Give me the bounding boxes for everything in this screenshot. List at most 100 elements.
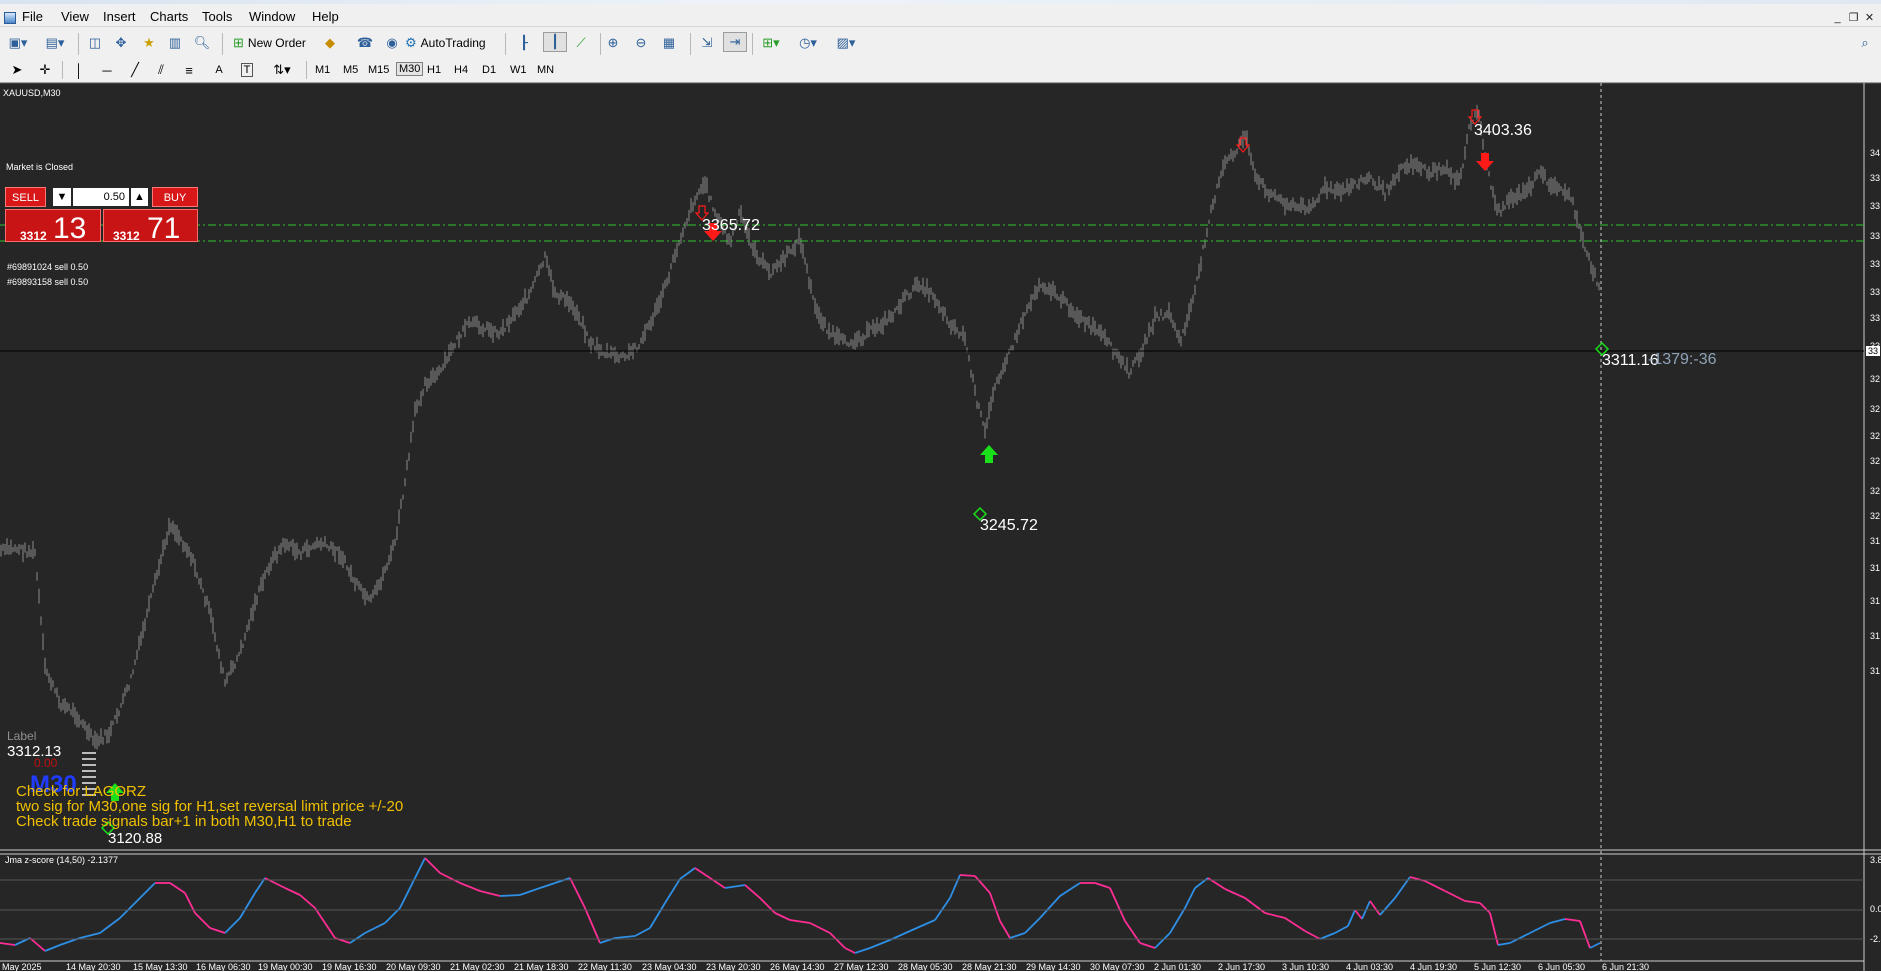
timeframe-m30[interactable]: M30 [396,62,424,76]
channel-icon[interactable]: ⫽ [152,61,170,79]
zscore-segment [809,922,831,934]
timeframe-mn[interactable]: MN [537,64,554,76]
crosshair-icon[interactable]: ✛ [36,61,54,79]
price-axis-label: 34 [1870,148,1881,158]
menu-window[interactable]: Window [249,9,295,24]
zscore-segment [949,874,961,899]
buy-price-display[interactable]: 3312 71 [103,209,198,245]
zscore-segment [844,947,856,954]
minimize-button[interactable]: _ [1831,12,1844,25]
buy-button[interactable]: BUY [152,187,198,207]
price-label-high-2: 3403.36 [1474,122,1532,139]
cursor-icon[interactable]: ➤ [8,61,26,79]
menu-insert[interactable]: Insert [103,9,136,24]
zscore-segment [1094,882,1111,889]
sell-price-display[interactable]: 3312 13 [5,209,101,245]
zscore-segment [1579,920,1591,949]
zscore-segment [44,944,61,952]
indicators-icon[interactable]: ⊞▾ [758,34,784,52]
line-chart-icon[interactable]: ⟋ [572,34,590,52]
zscore-segment [989,892,1001,922]
lot-decrease-button[interactable]: ▼ [53,188,71,206]
templates-icon[interactable]: ▨▾ [832,34,860,52]
sell-price-big: 13 [53,212,87,245]
zscore-segment [1444,890,1466,902]
menu-view[interactable]: View [61,9,89,24]
data-window-icon[interactable]: ✥ [112,34,130,52]
menu-help[interactable]: Help [312,9,339,24]
text-icon[interactable]: A [210,61,228,79]
zscore-segment [1354,909,1363,920]
zscore-segment [194,912,211,929]
fibonacci-icon[interactable]: ≡ [180,61,198,79]
lot-size-input[interactable] [73,188,129,206]
lot-increase-button[interactable]: ▲ [131,188,148,206]
timeframe-m15[interactable]: M15 [368,64,389,76]
price-axis-label: 33 [1870,287,1881,297]
timeframe-m5[interactable]: M5 [343,64,358,76]
bar-chart-icon[interactable]: ┠ [515,34,533,52]
metaeditor-icon[interactable]: ◆ [321,34,339,52]
toolbar-separator [690,33,691,55]
autotrading-button[interactable]: ⚙ AutoTrading [405,34,495,52]
zscore-segment [1497,942,1511,946]
chart-symbol-title: XAUUSD,M30 [3,88,61,98]
current-price-tag: 33 [1866,346,1881,356]
order-label-2[interactable]: #69893158 sell 0.50 [7,277,89,287]
price-label-low-1: 3245.72 [980,517,1038,534]
timeframe-w1[interactable]: W1 [510,64,527,76]
zscore-segment [1334,925,1349,934]
timeframe-h4[interactable]: H4 [454,64,468,76]
menu-file[interactable]: File [22,9,43,24]
text-label-icon[interactable]: T [238,61,256,79]
zscore-segment [759,897,776,914]
zscore-segment [854,947,871,954]
autoscroll-icon[interactable]: ⇲ [698,34,716,52]
timeframe-d1[interactable]: D1 [482,64,496,76]
zoom-in-icon[interactable]: ⊕ [604,34,622,52]
zscore-segment [499,894,521,897]
timeframe-h1[interactable]: H1 [427,64,441,76]
price-axis-label: 32 [1870,511,1881,521]
horizontal-line-icon[interactable]: ─ [98,61,116,79]
price-axis-label: 33 [1870,231,1881,241]
signals-icon[interactable]: ☎ [356,34,374,52]
candlestick-icon[interactable]: ┃ [543,32,567,52]
price-chart[interactable] [0,83,1881,971]
timeframe-m1[interactable]: M1 [315,64,330,76]
strategy-tester-icon[interactable]: 🔍︎ [193,34,211,52]
zscore-segment [1009,932,1026,939]
menu-charts[interactable]: Charts [150,9,188,24]
menu-tools[interactable]: Tools [202,9,232,24]
search-icon[interactable]: ⌕ [1856,34,1874,52]
close-button[interactable]: ✕ [1863,12,1876,25]
order-label-1[interactable]: #69891024 sell 0.50 [7,262,89,272]
zscore-segment [634,927,651,937]
zscore-segment [169,882,186,894]
trendline-icon[interactable]: ╱ [126,61,144,79]
zscore-segment [1464,900,1481,904]
price-axis-label: 32 [1870,486,1881,496]
restore-button[interactable]: ❐ [1847,12,1860,25]
line-studies-toolbar: ➤ ✛ │ ─ ╱ ⫽ ≡ A T ⇅▾ M1 M5 M15 M30 H1 H4… [0,58,1881,83]
terminal-icon[interactable]: ▥ [166,34,184,52]
profiles-icon[interactable]: ▤▾ [42,34,68,52]
market-watch-icon[interactable]: ◫ [86,34,104,52]
app-icon[interactable] [4,12,16,24]
radio-icon[interactable]: ◉ [383,34,401,52]
vertical-line-icon[interactable]: │ [72,61,86,79]
sell-button[interactable]: SELL [5,187,46,207]
zscore-segment [974,875,991,894]
tile-windows-icon[interactable]: ▦ [660,34,678,52]
new-chart-icon[interactable]: ▣▾ [5,34,31,52]
zscore-segment [1304,930,1321,940]
zscore-segment [1039,895,1061,919]
chart-shift-icon[interactable]: ⇥ [723,32,747,52]
navigator-icon[interactable]: ★ [140,34,158,52]
new-order-icon: ⊞ [233,35,244,50]
chart-window[interactable]: XAUUSD,M30 SELL ▼ ▲ BUY 3312 13 3312 71 … [0,83,1881,972]
periods-icon[interactable]: ◷▾ [794,34,822,52]
zoom-out-icon[interactable]: ⊖ [632,34,650,52]
arrows-icon[interactable]: ⇅▾ [268,61,296,79]
new-order-button[interactable]: ⊞ New Order [233,34,315,52]
